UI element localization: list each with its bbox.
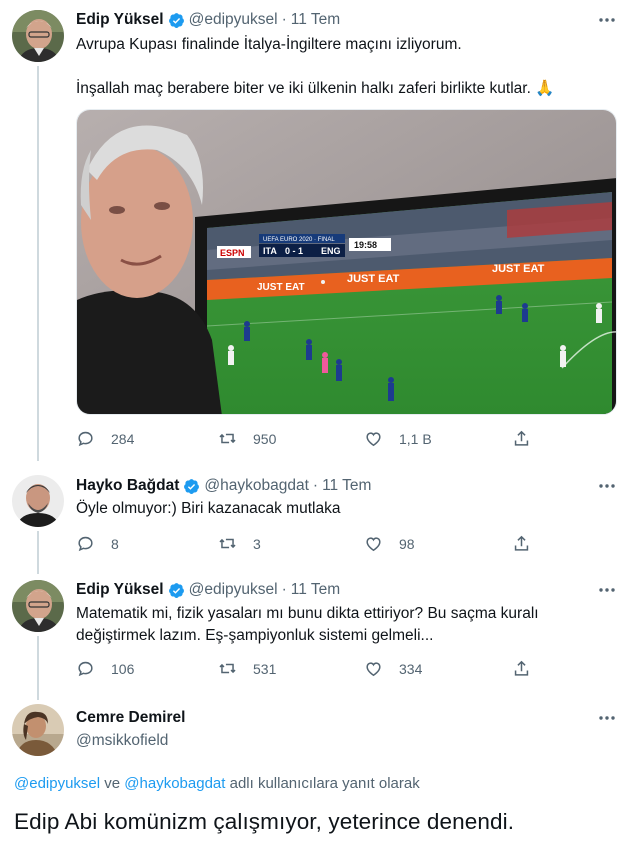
tweet-text-line: Matematik mi, fizik yasaları mı bunu dik… [76, 605, 539, 622]
tweet-2[interactable]: Hayko Bağdat @haykobagdat · 11 Tem Öyle … [0, 465, 635, 574]
tweet-3[interactable]: Edip Yüksel @edipyuksel · 11 Tem Matemat… [0, 570, 635, 700]
reply-button[interactable]: 284 [76, 429, 134, 448]
retweet-icon [219, 538, 236, 549]
tweet-time[interactable]: 11 Tem [291, 581, 340, 599]
author-name[interactable]: Edip Yüksel [76, 581, 164, 599]
avatar-edip-yuksel[interactable] [12, 580, 64, 632]
tweet-1[interactable]: Edip Yüksel @edipyuksel · 11 Tem Avrupa … [0, 0, 635, 465]
more-icon[interactable] [597, 708, 617, 728]
retweet-icon [219, 663, 236, 674]
replying-to: @edipyuksel ve @haykobagdat adlı kullanı… [14, 775, 420, 792]
thread-line [37, 531, 39, 574]
focused-tweet-text: Edip Abi komünizm çalışmıyor, yeterince … [14, 809, 515, 834]
tweet-text-line: değiştirmek lazım. Eş-şampiyonluk sistem… [76, 627, 434, 644]
mention-link[interactable]: @haykobagdat [124, 775, 225, 792]
reply-count: 284 [111, 430, 135, 447]
tweet-text: Öyle olmuyor:) Biri kazanacak mutlaka [76, 500, 341, 517]
share-button[interactable] [512, 659, 531, 678]
board-ad-text: JUST EAT [257, 282, 305, 293]
separator-dot: · [281, 11, 287, 28]
board-ad-text: JUST EAT [347, 273, 400, 285]
tweet-photo[interactable]: JUST EAT JUST EAT JUST EAT ESPN UEFA EUR… [76, 109, 617, 415]
retweet-count: 3 [253, 535, 261, 552]
separator-dot: · [312, 477, 319, 494]
retweet-button[interactable]: 950 [218, 429, 276, 448]
thread-line [37, 66, 39, 461]
reply-count: 106 [111, 660, 135, 677]
like-button[interactable]: 1,1 B [364, 429, 432, 448]
tweet-actions: 106 531 334 [76, 659, 536, 681]
tweet-handle-row: @msikkofield [76, 730, 595, 752]
share-icon [514, 535, 529, 551]
like-count: 1,1 B [399, 430, 432, 447]
avatar-hayko-bagdat[interactable] [12, 475, 64, 527]
team-away: ENG [321, 246, 341, 256]
thread-line [37, 636, 39, 700]
replying-to-connector: ve [100, 775, 125, 792]
tweet-header: Hayko Bağdat @haykobagdat · 11 Tem [76, 475, 595, 497]
reply-count: 8 [111, 535, 119, 552]
like-icon [366, 662, 381, 677]
like-button[interactable]: 98 [364, 534, 415, 553]
retweet-icon [219, 433, 236, 444]
more-icon[interactable] [597, 580, 617, 600]
author-name[interactable]: Hayko Bağdat [76, 477, 179, 495]
author-name[interactable]: Edip Yüksel [76, 11, 164, 29]
tweet-header: Edip Yüksel @edipyuksel · 11 Tem [76, 9, 595, 31]
tweet-time[interactable]: 11 Tem [291, 11, 340, 29]
like-button[interactable]: 334 [364, 659, 422, 678]
verified-badge-icon [183, 478, 200, 495]
share-icon [514, 430, 529, 446]
tweet-text: Avrupa Kupası finalinde İtalya-İngiltere… [76, 34, 613, 100]
scorebug-title: UEFA EURO 2020 · FINAL [263, 237, 335, 243]
retweet-button[interactable]: 531 [218, 659, 276, 678]
author-handle[interactable]: @edipyuksel [189, 11, 278, 29]
reply-button[interactable]: 106 [76, 659, 134, 678]
verified-badge-icon [168, 582, 185, 599]
author-name[interactable]: Cemre Demirel [76, 709, 185, 727]
like-count: 334 [399, 660, 423, 677]
reply-icon [78, 536, 93, 552]
replying-to-suffix: adlı kullanıcılara yanıt olarak [225, 775, 420, 792]
more-icon[interactable] [597, 476, 617, 496]
avatar-edip-yuksel[interactable] [12, 10, 64, 62]
retweet-count: 950 [253, 430, 277, 447]
more-icon[interactable] [597, 10, 617, 30]
tweet-header: Cemre Demirel [76, 707, 595, 729]
tweet-actions: 8 3 98 [76, 534, 536, 556]
retweet-button[interactable]: 3 [218, 534, 261, 553]
like-icon [366, 432, 381, 447]
mention-link[interactable]: @edipyuksel [14, 775, 100, 792]
avatar-cemre-demirel[interactable] [12, 704, 64, 756]
tweet-header: Edip Yüksel @edipyuksel · 11 Tem [76, 579, 595, 601]
verified-badge-icon [168, 12, 185, 29]
reply-icon [78, 661, 93, 677]
share-button[interactable] [512, 429, 531, 448]
reply-button[interactable]: 8 [76, 534, 119, 553]
broadcaster-text: ESPN [220, 248, 245, 258]
share-button[interactable] [512, 534, 531, 553]
author-handle[interactable]: @msikkofield [76, 732, 168, 750]
tweet-text-line: Avrupa Kupası finalinde İtalya-İngiltere… [76, 36, 462, 53]
share-icon [514, 660, 529, 676]
author-handle[interactable]: @edipyuksel [189, 581, 278, 599]
like-icon [366, 537, 381, 552]
tweet-text: Matematik mi, fizik yasaları mı bunu dik… [76, 603, 613, 647]
like-count: 98 [399, 535, 415, 552]
separator-dot: · [281, 581, 287, 598]
team-home: ITA [263, 246, 277, 256]
scoreline: 0 - 1 [285, 246, 303, 256]
author-handle[interactable]: @haykobagdat [204, 477, 309, 495]
reply-icon [78, 431, 93, 447]
board-ad-text: JUST EAT [492, 263, 545, 275]
match-clock: 19:58 [354, 240, 377, 250]
tweet-time[interactable]: 11 Tem [322, 477, 371, 495]
tweet-actions: 284 950 1,1 B [76, 429, 536, 451]
retweet-count: 531 [253, 660, 277, 677]
tweet-text-line: İnşallah maç berabere biter ve iki ülken… [76, 80, 555, 97]
